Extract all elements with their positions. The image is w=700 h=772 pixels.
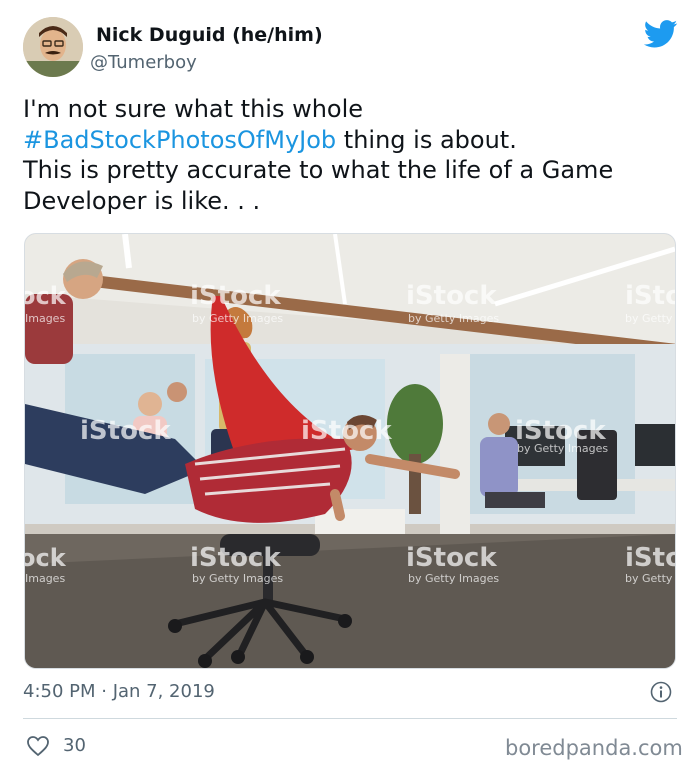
avatar-photo [23, 17, 83, 77]
watermark-brand-7: iStock [406, 543, 497, 573]
watermark-brand-4: iStock [301, 416, 392, 446]
divider [23, 718, 677, 719]
watermark-sub-1: by Getty Images [192, 312, 283, 325]
watermark-edge-left: ock [25, 282, 67, 310]
heart-icon[interactable] [26, 735, 50, 757]
watermark-edge-left-sub: Images [25, 312, 65, 325]
watermark-brand-6: iStock [190, 543, 281, 573]
watermark-edge-right-sub-2: by Getty [625, 572, 673, 585]
tweet-text: I'm not sure what this whole #BadStockPh… [23, 94, 683, 216]
tweet-line-2: #BadStockPhotosOfMyJob thing is about. [23, 125, 683, 156]
author-handle[interactable]: @Tumerboy [90, 52, 197, 73]
hashtag-link[interactable]: #BadStockPhotosOfMyJob [23, 126, 336, 154]
watermark-sub-5: by Getty Images [517, 442, 608, 455]
watermark-brand-3: iStock [80, 416, 171, 446]
office-photo: ock Images iStock by Getty Images iStock… [25, 234, 676, 668]
watermark-edge-right-sub: by Getty [625, 312, 673, 325]
tweet-line-1: I'm not sure what this whole [23, 95, 364, 123]
watermark-edge-right-2: iSto [625, 543, 676, 573]
tweet-timestamp[interactable]: 4:50 PM · Jan 7, 2019 [23, 681, 215, 702]
source-credit: boredpanda.com [505, 736, 683, 760]
watermark-sub-7: by Getty Images [408, 572, 499, 585]
avatar[interactable] [23, 17, 83, 77]
tweet-photo[interactable]: ock Images iStock by Getty Images iStock… [24, 233, 676, 669]
tweet-line-2-rest: thing is about. [336, 125, 517, 154]
watermark-edge-left-2: ock [25, 544, 67, 572]
like-count: 30 [63, 735, 86, 756]
info-icon[interactable] [650, 681, 672, 703]
watermark-brand-1: iStock [190, 281, 281, 311]
watermark-brand-2: iStock [406, 281, 497, 311]
author-name[interactable]: Nick Duguid (he/him) [96, 24, 323, 46]
tweet-line-3: This is pretty accurate to what the life… [23, 156, 614, 184]
twitter-bird-icon[interactable] [644, 20, 678, 48]
watermark-edge-left-sub-2: Images [25, 572, 65, 585]
watermark-sub-2: by Getty Images [408, 312, 499, 325]
watermark-edge-right: iSto [625, 281, 676, 311]
tweet-line-4: Developer is like. . . [23, 186, 261, 215]
tweet-card: Nick Duguid (he/him) @Tumerboy I'm not s… [0, 0, 700, 772]
watermark-sub-6: by Getty Images [192, 572, 283, 585]
